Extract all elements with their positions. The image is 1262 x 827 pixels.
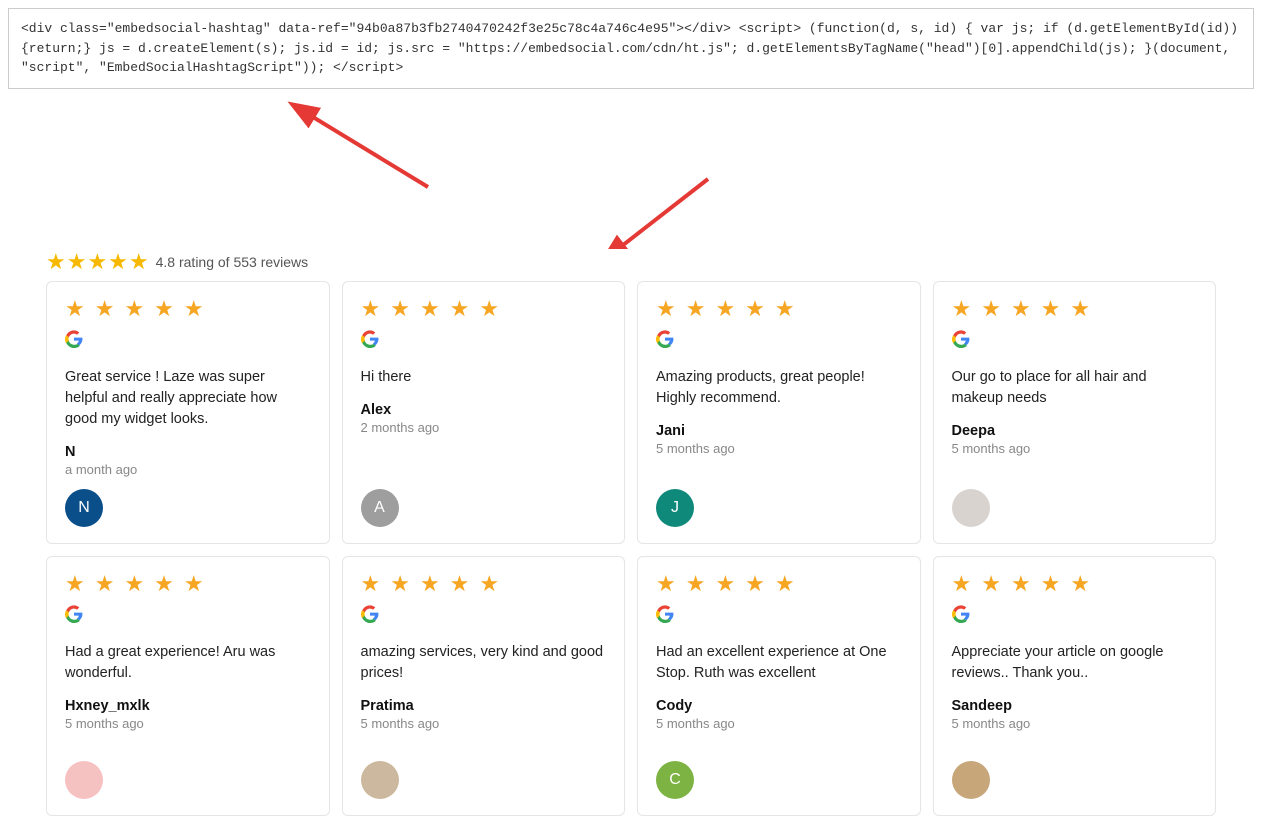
avatar: N — [65, 489, 103, 527]
arrows-svg — [8, 99, 1254, 249]
card-stars: ★★★★★ — [656, 573, 902, 595]
google-icon — [656, 330, 902, 367]
avatar — [65, 761, 103, 799]
card-stars: ★★★★★ — [361, 573, 607, 595]
google-icon — [65, 330, 311, 367]
review-time: 5 months ago — [65, 716, 311, 731]
review-card[interactable]: ★★★★★ Had a great experience! Aru was won… — [46, 556, 330, 816]
review-time: 5 months ago — [952, 441, 1198, 456]
google-icon — [361, 330, 607, 367]
review-text: Our go to place for all hair and makeup … — [952, 367, 1198, 409]
review-card[interactable]: ★★★★★ Appreciate your article on google r… — [933, 556, 1217, 816]
summary-stars: ★★★★★ — [46, 249, 150, 275]
google-icon — [65, 605, 311, 642]
embed-code-text: <div class="embedsocial-hashtag" data-re… — [21, 21, 1238, 75]
avatar: J — [656, 489, 694, 527]
review-time: 5 months ago — [656, 441, 902, 456]
review-card[interactable]: ★★★★★ Had an excellent experience at One … — [637, 556, 921, 816]
reviewer-name: Hxney_mxlk — [65, 698, 311, 714]
avatar — [952, 489, 990, 527]
review-text: Had a great experience! Aru was wonderfu… — [65, 642, 311, 684]
avatar: C — [656, 761, 694, 799]
avatar — [361, 761, 399, 799]
review-text: Great service ! Laze was super helpful a… — [65, 367, 311, 430]
review-text: Had an excellent experience at One Stop.… — [656, 642, 902, 684]
review-card[interactable]: ★★★★★ Our go to place for all hair and ma… — [933, 281, 1217, 544]
avatar — [952, 761, 990, 799]
review-card[interactable]: ★★★★★ amazing services, very kind and goo… — [342, 556, 626, 816]
reviewer-name: Pratima — [361, 698, 607, 714]
review-text: Amazing products, great people! Highly r… — [656, 367, 902, 409]
review-time: a month ago — [65, 462, 311, 477]
card-stars: ★★★★★ — [361, 298, 607, 320]
review-time: 5 months ago — [656, 716, 902, 731]
arrow-up-left — [308, 114, 428, 187]
review-card[interactable]: ★★★★★ Great service ! Laze was super help… — [46, 281, 330, 544]
review-time: 5 months ago — [361, 716, 607, 731]
card-stars: ★★★★★ — [65, 573, 311, 595]
card-stars: ★★★★★ — [952, 573, 1198, 595]
google-icon — [656, 605, 902, 642]
summary-text: 4.8 rating of 553 reviews — [156, 254, 309, 270]
reviewer-name: Cody — [656, 698, 902, 714]
review-time: 2 months ago — [361, 420, 607, 435]
review-time: 5 months ago — [952, 716, 1198, 731]
reviewer-name: Jani — [656, 423, 902, 439]
google-icon — [952, 330, 1198, 367]
card-stars: ★★★★★ — [952, 298, 1198, 320]
arrow-down-left — [618, 179, 708, 249]
review-card[interactable]: ★★★★★ Amazing products, great people! Hig… — [637, 281, 921, 544]
avatar: A — [361, 489, 399, 527]
review-card[interactable]: ★★★★★ Hi there Alex 2 months ago A — [342, 281, 626, 544]
card-stars: ★★★★★ — [656, 298, 902, 320]
google-icon — [361, 605, 607, 642]
review-text: amazing services, very kind and good pri… — [361, 642, 607, 684]
review-text: Hi there — [361, 367, 607, 388]
reviewer-name: N — [65, 444, 311, 460]
reviewer-name: Deepa — [952, 423, 1198, 439]
embed-code-box[interactable]: <div class="embedsocial-hashtag" data-re… — [8, 8, 1254, 89]
annotation-arrows — [8, 99, 1254, 249]
reviewer-name: Alex — [361, 402, 607, 418]
rating-summary: ★★★★★ 4.8 rating of 553 reviews — [8, 249, 1254, 281]
card-stars: ★★★★★ — [65, 298, 311, 320]
reviewer-name: Sandeep — [952, 698, 1198, 714]
review-text: Appreciate your article on google review… — [952, 642, 1198, 684]
reviews-grid: ★★★★★ Great service ! Laze was super help… — [8, 281, 1254, 816]
google-icon — [952, 605, 1198, 642]
